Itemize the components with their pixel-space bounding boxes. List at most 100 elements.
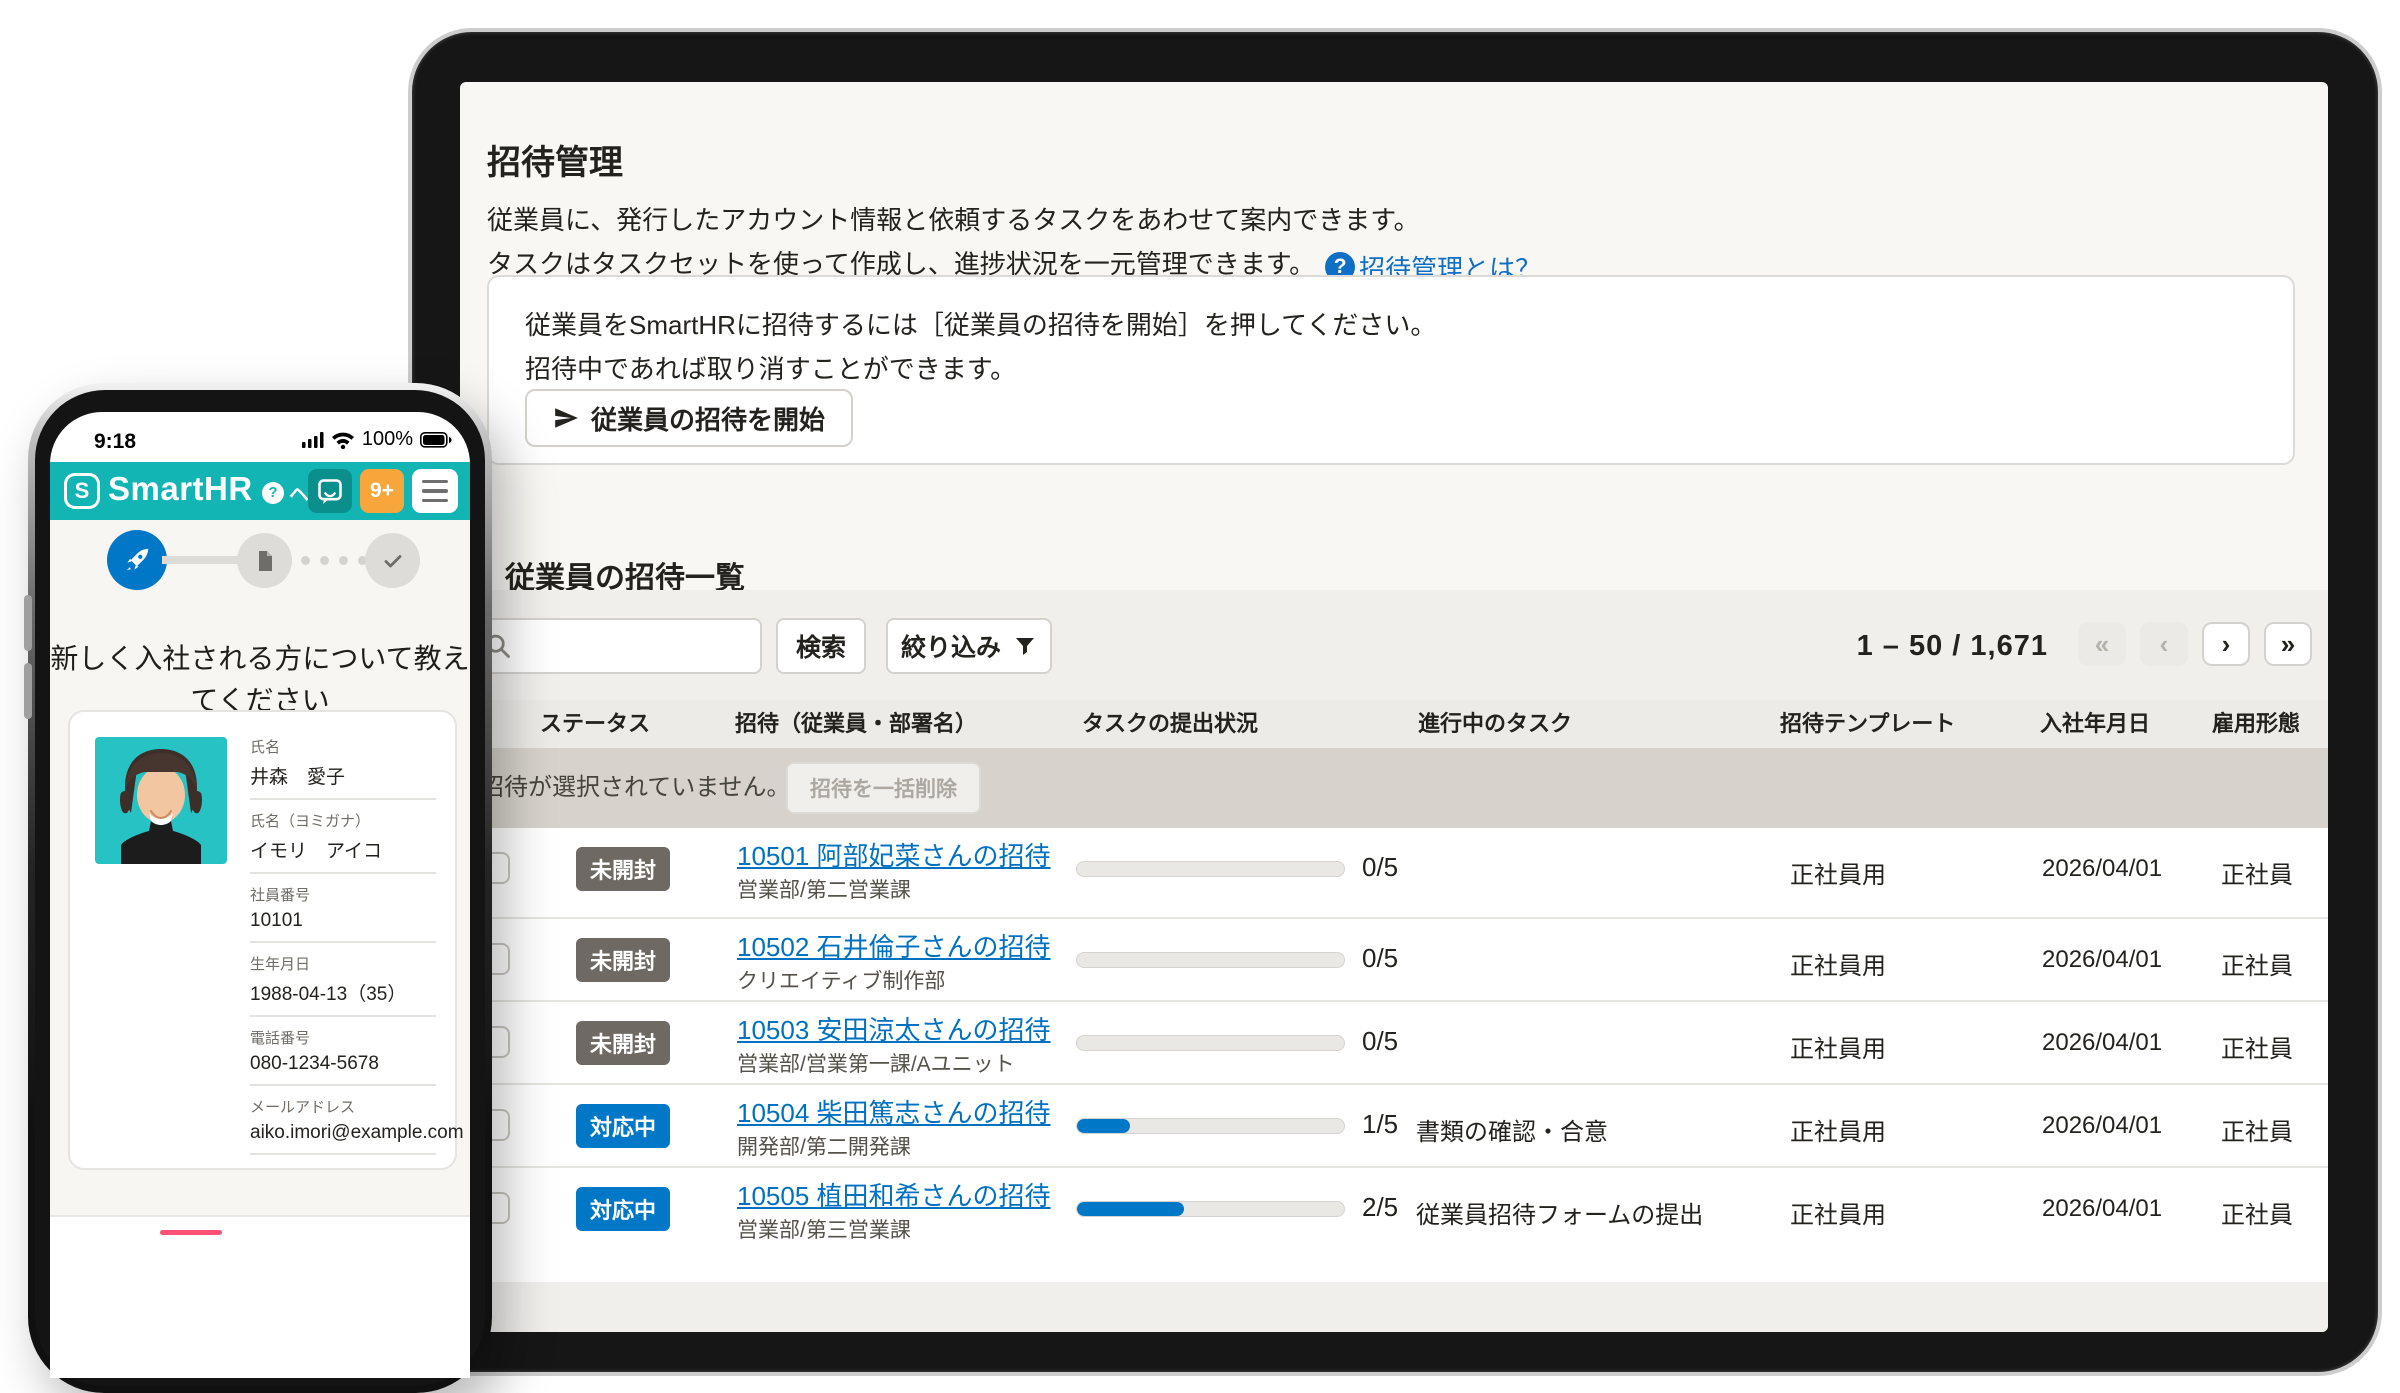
filter-funnel-icon [1013,634,1037,658]
progress-label: 0/5 [1362,852,1398,883]
phone-screen: 9:18 100% [50,412,470,1378]
start-invitation-button[interactable]: 従業員の招待を開始 [525,389,853,447]
department-label: 営業部/第二営業課 [737,874,911,904]
table-row: 対応中 10504 柴田篤志さんの招待 開発部/第二開発課 1/5 書類の確認・… [460,1085,2328,1168]
progress-label: 2/5 [1362,1192,1398,1223]
department-label: 営業部/第三営業課 [737,1214,911,1244]
profile-field: 生年月日 1988-04-13（35） [250,943,436,1017]
col-employment: 雇用形態 [2212,700,2300,748]
progress-bar [1076,952,1345,968]
employment-cell: 正社員 [2221,1112,2293,1147]
progress-bar [1076,1035,1345,1051]
phone-device: 9:18 100% [28,383,492,1393]
status-badge: 未開封 [576,1021,670,1065]
pink-accent-line [160,1230,222,1235]
col-join-date: 入社年月日 [2040,700,2150,748]
step-form [237,533,292,588]
invite-link[interactable]: 10505 植田和希さんの招待 [737,1176,1051,1213]
invite-link[interactable]: 10504 柴田篤志さんの招待 [737,1093,1051,1130]
chat-button[interactable] [308,469,352,513]
table-row: 未開封 10503 安田涼太さんの招待 営業部/営業第一課/Aユニット 0/5 … [460,1002,2328,1085]
employment-cell: 正社員 [2221,946,2293,981]
progress-fill [1077,1119,1130,1133]
progress-label: 1/5 [1362,1109,1398,1140]
wifi-icon [331,431,355,449]
pagination-prev-button[interactable]: ‹ [2140,622,2188,666]
department-label: クリエイティブ制作部 [737,965,945,995]
progress-label: 0/5 [1362,943,1398,974]
join-date-cell: 2026/04/01 [2042,1029,2162,1057]
profile-fields: 氏名 井森 愛子 氏名（ヨミガナ） イモリ アイコ 社員番号 10101 生 [250,726,436,1155]
chat-bubble-icon [316,477,344,505]
step-start [107,530,167,590]
step-done [365,533,420,588]
table-row: 対応中 10505 植田和希さんの招待 営業部/第三営業課 2/5 従業員招待フ… [460,1168,2328,1282]
department-label: 開発部/第二開発課 [737,1131,911,1161]
col-status: ステータス [540,700,650,748]
step-connector [162,556,242,564]
search-input[interactable] [520,625,760,667]
status-badge: 対応中 [576,1104,670,1148]
progress-fill [1077,1202,1184,1216]
search-button[interactable]: 検索 [776,618,866,674]
pagination-last-button[interactable]: » [2264,622,2312,666]
template-cell: 正社員用 [1790,1112,1886,1147]
progress-bar [1076,1201,1345,1217]
join-date-cell: 2026/04/01 [2042,946,2162,974]
profile-field: 氏名 井森 愛子 [250,726,436,800]
step-dot [301,556,310,565]
hamburger-icon [422,480,448,484]
template-cell: 正社員用 [1790,946,1886,981]
employment-cell: 正社員 [2221,1195,2293,1230]
current-task-cell: 従業員招待フォームの提出 [1416,1195,1703,1230]
check-icon [381,549,405,573]
profile-field: 電話番号 080-1234-5678 [250,1017,436,1086]
employee-photo [95,737,227,864]
col-invite: 招待（従業員・部署名） [735,700,977,748]
status-time: 9:18 [94,430,136,454]
department-label: 営業部/営業第一課/Aユニット [737,1048,1015,1078]
menu-button[interactable] [412,469,458,513]
battery-icon [420,432,452,448]
progress-label: 0/5 [1362,1026,1398,1057]
join-date-cell: 2026/04/01 [2042,1112,2162,1140]
volume-down-button [24,663,32,719]
current-task-cell: 書類の確認・合意 [1416,1112,1608,1147]
page-title: 招待管理 [487,135,623,184]
phone-frame: 9:18 100% [35,390,485,1386]
pagination-next-button[interactable]: › [2202,622,2250,666]
selection-note: 招待が選択されていません。 [480,748,791,828]
brand-name: SmartHR [108,470,253,508]
invite-link[interactable]: 10503 安田涼太さんの招待 [737,1010,1051,1047]
table-row: 未開封 10502 石井倫子さんの招待 クリエイティブ制作部 0/5 正社員用 … [460,919,2328,1002]
status-icons: 100% [302,428,452,451]
table-header-row: ステータス 招待（従業員・部署名） タスクの提出状況 進行中のタスク 招待テンプ… [460,700,2328,748]
signal-icon [302,431,324,449]
template-cell: 正社員用 [1790,855,1886,890]
employment-cell: 正社員 [2221,855,2293,890]
col-current-task: 進行中のタスク [1418,700,1572,748]
notice-line1: 従業員をSmartHRに招待するには［従業員の招待を開始］を押してください。 [525,305,1436,342]
wizard-body: 新しく入社される方について教え てください [50,520,470,1215]
join-date-cell: 2026/04/01 [2042,855,2162,883]
question-circle-icon: ? [262,482,284,504]
col-template: 招待テンプレート [1780,700,1955,748]
search-box [468,618,762,674]
app-header: S SmartHR ? ヘルプ 9+ [50,462,470,520]
volume-up-button [24,595,32,651]
employee-portrait [95,737,227,864]
invitation-notice-panel: 従業員をSmartHRに招待するには［従業員の招待を開始］を押してください。 招… [487,275,2295,465]
rocket-icon [122,545,152,575]
invite-link[interactable]: 10501 阿部妃菜さんの招待 [737,836,1051,873]
profile-card: 氏名 井森 愛子 氏名（ヨミガナ） イモリ アイコ 社員番号 10101 生 [68,710,457,1170]
profile-field: 社員番号 10101 [250,874,436,943]
document-icon [253,549,277,573]
invite-link[interactable]: 10502 石井倫子さんの招待 [737,927,1051,964]
filter-button[interactable]: 絞り込み [886,618,1052,674]
pagination-range: 1 – 50 / 1,671 [1740,630,2048,663]
notification-count-button[interactable]: 9+ [360,469,404,513]
bulk-delete-button[interactable]: 招待を一括削除 [786,762,981,814]
pagination-first-button[interactable]: « [2078,622,2126,666]
col-task-progress: タスクの提出状況 [1082,700,1258,748]
profile-field: 氏名（ヨミガナ） イモリ アイコ [250,800,436,874]
